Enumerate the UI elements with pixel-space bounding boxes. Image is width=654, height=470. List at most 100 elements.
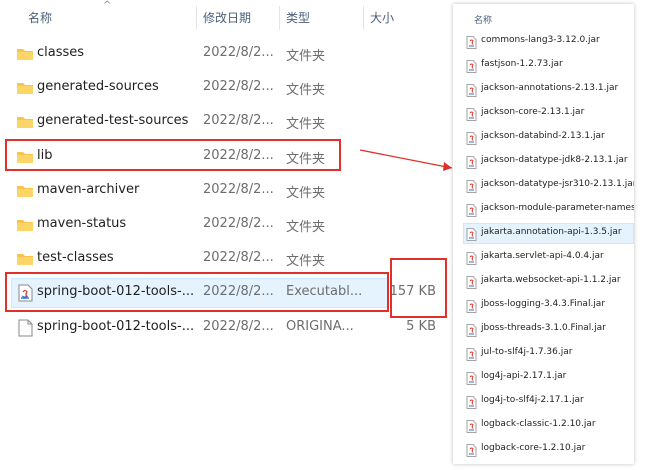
jar-list-item[interactable]: log4j-to-slf4j-2.17.1.jar xyxy=(453,389,634,413)
folder-icon xyxy=(16,79,34,97)
sort-ascending-icon: ^ xyxy=(103,0,112,11)
jar-name: jackson-module-parameter-names-2 xyxy=(481,203,634,213)
file-name: spring-boot-012-tools-... xyxy=(37,318,195,334)
folder-icon xyxy=(16,216,34,234)
jar-list-item[interactable]: jboss-logging-3.4.3.Final.jar xyxy=(453,293,634,317)
column-divider[interactable] xyxy=(279,6,280,30)
file-name: test-classes xyxy=(37,250,114,266)
file-modified-date: 2022/8/2... xyxy=(203,79,274,95)
jar-name: jakarta.websocket-api-1.1.2.jar xyxy=(481,275,621,285)
column-header-type[interactable]: 类型 xyxy=(286,9,310,27)
jar-list-item[interactable]: commons-lang3-3.12.0.jar xyxy=(453,29,634,53)
size-highlight-box xyxy=(390,258,447,318)
jar-icon xyxy=(466,322,477,337)
lib-highlight-box xyxy=(5,139,341,171)
folder-row[interactable]: maven-status 2022/8/2... 文件夹 xyxy=(0,208,452,242)
jar-icon xyxy=(466,130,477,145)
jar-icon xyxy=(466,346,477,361)
file-name: classes xyxy=(37,45,85,60)
jar-name: fastjson-1.2.73.jar xyxy=(481,59,563,69)
file-modified-date: 2022/8/2... xyxy=(203,113,274,129)
jar-icon xyxy=(466,370,477,385)
jar-icon xyxy=(466,202,477,217)
jar-list-item[interactable]: logback-core-1.2.10.jar xyxy=(453,437,634,461)
file-name: generated-test-sources xyxy=(37,113,189,129)
file-type: 文件夹 xyxy=(286,117,326,133)
file-name: maven-archiver xyxy=(37,181,140,197)
jar-list-item[interactable]: jul-to-slf4j-1.7.36.jar xyxy=(453,341,634,365)
jar-name: jboss-threads-3.1.0.Final.jar xyxy=(481,323,606,333)
column-divider[interactable] xyxy=(363,6,364,30)
file-icon xyxy=(16,319,34,337)
jar-list-item[interactable]: jboss-threads-3.1.0.Final.jar xyxy=(453,317,634,341)
jar-icon xyxy=(466,106,477,121)
jar-list-item[interactable]: jakarta.websocket-api-1.1.2.jar xyxy=(453,269,634,293)
file-modified-date: 2022/8/2... xyxy=(203,318,274,334)
jar-name: jboss-logging-3.4.3.Final.jar xyxy=(481,299,606,309)
column-header-size[interactable]: 大小 xyxy=(370,9,394,27)
file-size: 5 KB xyxy=(406,318,436,334)
jar-icon xyxy=(466,178,477,193)
jar-name: logback-classic-1.2.10.jar xyxy=(481,419,596,429)
jar-icon xyxy=(466,226,477,241)
jar-name: jul-to-slf4j-1.7.36.jar xyxy=(481,347,573,357)
jar-icon xyxy=(466,394,477,409)
jar-name: jakarta.annotation-api-1.3.5.jar xyxy=(481,227,622,237)
jar-icon xyxy=(466,442,477,457)
jar-icon xyxy=(466,34,477,49)
lib-column-header-name[interactable]: 名称 xyxy=(474,13,492,26)
jar-list-item[interactable]: logback-classic-1.2.10.jar xyxy=(453,413,634,437)
folder-row[interactable]: classes 2022/8/2... 文件夹 xyxy=(0,37,452,71)
file-modified-date: 2022/8/2... xyxy=(203,181,274,197)
folder-row[interactable]: maven-archiver 2022/8/2... 文件夹 xyxy=(0,174,452,208)
file-row[interactable]: spring-boot-012-tools-... 2022/8/2... ORIG… xyxy=(0,311,452,345)
jar-highlight-box xyxy=(5,272,389,312)
file-explorer: ^ 名称 修改日期 类型 大小 classes 2022/8/2... 文件夹 gen… xyxy=(0,0,452,470)
jar-list-item[interactable]: jackson-core-2.13.1.jar xyxy=(453,101,634,125)
file-name: generated-sources xyxy=(37,79,159,95)
folder-icon xyxy=(16,45,34,63)
jar-name: jackson-datatype-jdk8-2.13.1.jar xyxy=(481,155,628,165)
folder-icon xyxy=(16,250,34,268)
jar-icon xyxy=(466,58,477,73)
jar-icon xyxy=(466,250,477,265)
file-modified-date: 2022/8/2... xyxy=(203,250,274,266)
jar-name: log4j-to-slf4j-2.17.1.jar xyxy=(481,395,584,405)
folder-icon xyxy=(16,182,34,200)
folder-row[interactable]: generated-sources 2022/8/2... 文件夹 xyxy=(0,71,452,105)
jar-icon xyxy=(466,82,477,97)
jar-name: jackson-annotations-2.13.1.jar xyxy=(481,83,619,93)
column-header-modified[interactable]: 修改日期 xyxy=(203,9,251,27)
jar-list-item[interactable]: jakarta.servlet-api-4.0.4.jar xyxy=(453,245,634,269)
jar-list-item[interactable]: log4j-api-2.17.1.jar xyxy=(453,365,634,389)
file-modified-date: 2022/8/2... xyxy=(203,45,274,60)
jar-list-item[interactable]: jackson-datatype-jdk8-2.13.1.jar xyxy=(453,149,634,173)
file-type: 文件夹 xyxy=(286,49,326,64)
file-type: 文件夹 xyxy=(286,220,326,235)
column-divider[interactable] xyxy=(196,6,197,30)
file-name: maven-status xyxy=(37,216,127,231)
lib-folder-window: 名称 commons-lang3-3.12.0.jar fastjson-1.2.… xyxy=(453,4,634,464)
folder-row[interactable]: generated-test-sources 2022/8/2... 文件夹 xyxy=(0,105,452,139)
jar-name: jackson-datatype-jsr310-2.13.1.jar xyxy=(481,179,634,189)
jar-name: jackson-core-2.13.1.jar xyxy=(481,107,585,117)
file-type: 文件夹 xyxy=(286,254,326,270)
jar-list-item[interactable]: fastjson-1.2.73.jar xyxy=(453,53,634,77)
jar-icon xyxy=(466,274,477,289)
jar-icon xyxy=(466,418,477,433)
jar-name: commons-lang3-3.12.0.jar xyxy=(481,35,600,45)
jar-list-item[interactable]: jackson-databind-2.13.1.jar xyxy=(453,125,634,149)
jar-list-item[interactable]: jackson-annotations-2.13.1.jar xyxy=(453,77,634,101)
column-header-name[interactable]: 名称 xyxy=(28,9,52,27)
jar-name: logback-core-1.2.10.jar xyxy=(481,443,586,453)
file-type: 文件夹 xyxy=(286,83,326,99)
jar-name: log4j-api-2.17.1.jar xyxy=(481,371,567,381)
jar-list-item[interactable]: jackson-module-parameter-names-2 xyxy=(453,197,634,221)
jar-icon xyxy=(466,154,477,169)
jar-list-item[interactable]: jackson-datatype-jsr310-2.13.1.jar xyxy=(453,173,634,197)
jar-list-item[interactable]: jakarta.annotation-api-1.3.5.jar xyxy=(453,221,634,245)
file-modified-date: 2022/8/2... xyxy=(203,216,274,231)
jar-icon xyxy=(466,298,477,313)
jar-name: jackson-databind-2.13.1.jar xyxy=(481,131,605,141)
jar-name: jakarta.servlet-api-4.0.4.jar xyxy=(481,251,604,261)
